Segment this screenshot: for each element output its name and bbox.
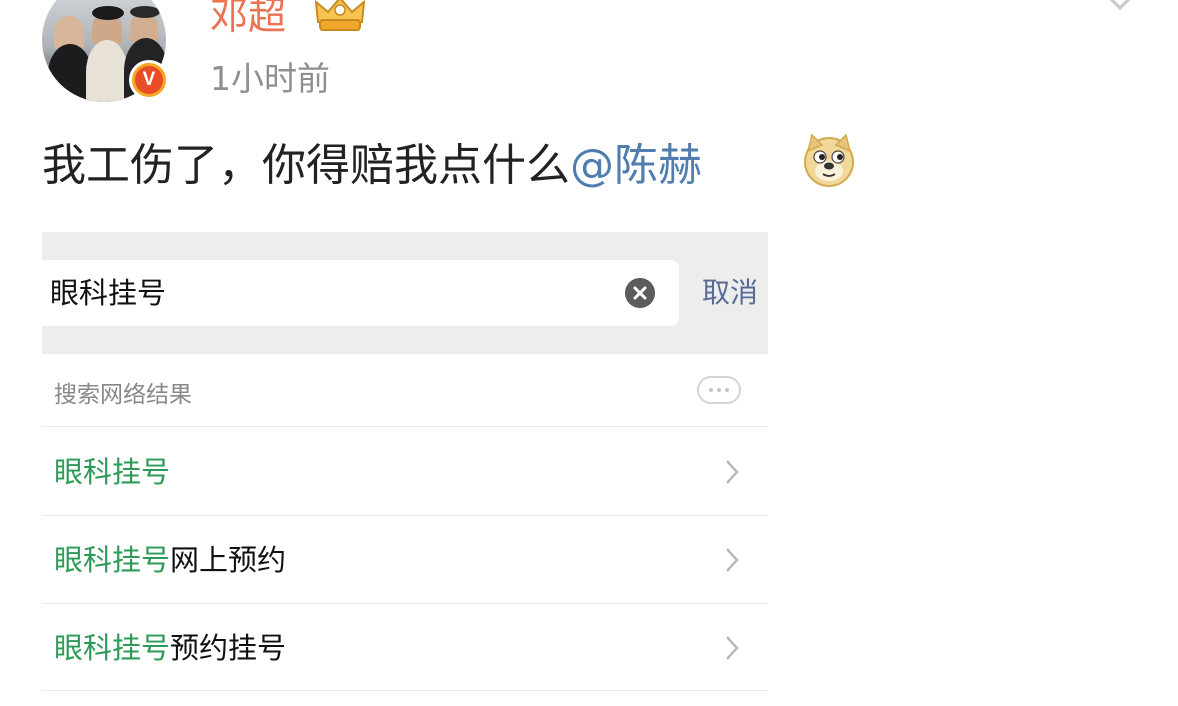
verified-badge-icon: V xyxy=(129,60,169,100)
result-highlight: 眼科挂号 xyxy=(54,631,171,665)
username[interactable]: 邓超 xyxy=(210,0,286,42)
post-body: 我工伤了，你得赔我点什么 xyxy=(42,140,570,191)
result-row[interactable]: 眼科挂号预约挂号 xyxy=(42,604,768,692)
divider xyxy=(42,426,768,427)
mention-link[interactable]: @陈赫 xyxy=(570,140,702,191)
clear-icon[interactable] xyxy=(625,278,655,308)
result-row[interactable]: 眼科挂号网上预约 xyxy=(42,516,768,604)
chevron-right-icon xyxy=(726,548,739,572)
chevron-down-icon[interactable] xyxy=(1100,0,1140,16)
search-input[interactable]: 眼科挂号 xyxy=(42,260,679,326)
crown-member-icon[interactable] xyxy=(312,0,368,34)
result-rest: 预约挂号 xyxy=(170,631,287,665)
result-text: 眼科挂号预约挂号 xyxy=(54,604,286,692)
result-highlight: 眼科挂号 xyxy=(54,543,171,577)
post-timestamp: 1小时前 xyxy=(210,59,330,98)
result-text: 眼科挂号网上预约 xyxy=(54,516,286,604)
divider xyxy=(42,690,768,691)
chevron-right-icon xyxy=(726,636,739,660)
result-rest: 网上预约 xyxy=(170,543,287,577)
post-text: 我工伤了，你得赔我点什么@陈赫 xyxy=(42,138,702,194)
chevron-right-icon xyxy=(726,460,739,484)
result-row[interactable]: 眼科挂号 xyxy=(42,428,768,516)
embedded-screenshot: 眼科挂号 取消 搜索网络结果 眼科挂号 眼科挂号网上预约 眼科挂号预约挂号 xyxy=(42,232,768,706)
cancel-button[interactable]: 取消 xyxy=(702,273,758,313)
more-icon[interactable] xyxy=(697,376,741,404)
section-title: 搜索网络结果 xyxy=(54,382,192,408)
doge-emoji xyxy=(804,133,854,187)
result-text: 眼科挂号 xyxy=(54,428,170,516)
result-highlight: 眼科挂号 xyxy=(54,455,171,489)
search-value: 眼科挂号 xyxy=(50,276,167,310)
